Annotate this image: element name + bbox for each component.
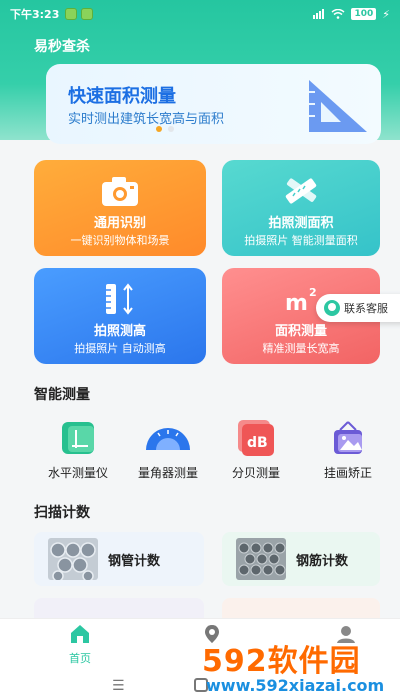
- scan-label: 钢筋计数: [296, 553, 349, 569]
- set-square-icon: [309, 80, 367, 132]
- watermark-url: www.592xiazai.com: [206, 676, 385, 695]
- card-title: 面积测量: [274, 324, 327, 339]
- scan-card-steel-pipe[interactable]: 钢管计数: [34, 532, 204, 586]
- tool-label: 水平测量仪: [47, 466, 108, 480]
- carousel-indicator[interactable]: [156, 126, 174, 132]
- tool-label: 挂画矫正: [323, 466, 372, 480]
- status-time: 下午3:23: [10, 8, 60, 21]
- card-photo-area[interactable]: 拍照测面积 拍摄照片 智能测量面积: [222, 160, 380, 256]
- banner-title: 快速面积测量: [68, 86, 176, 107]
- battery-icon: 100: [351, 8, 377, 20]
- card-photo-height[interactable]: 拍照测高 拍摄照片 自动测高: [34, 268, 206, 364]
- headset-icon: [324, 300, 340, 316]
- square-meter-icon: m2: [285, 286, 317, 316]
- section-title-scan-count: 扫描计数: [34, 505, 90, 521]
- tool-label: 量角器测量: [137, 466, 198, 480]
- level-icon: [62, 422, 94, 454]
- tab-label: 首页: [69, 652, 91, 665]
- charging-icon: ⚡: [382, 7, 390, 21]
- carousel-dot-active[interactable]: [156, 126, 162, 132]
- scan-label: 钢管计数: [108, 553, 161, 569]
- card-title: 通用识别: [93, 216, 146, 231]
- tool-protractor[interactable]: 量角器测量: [128, 418, 208, 481]
- protractor-icon: [146, 428, 190, 450]
- status-bar: 下午3:23 100 ⚡: [0, 0, 400, 28]
- tool-level[interactable]: 水平测量仪: [38, 418, 118, 481]
- card-subtitle: 一键识别物体和场景: [70, 234, 170, 247]
- app-title: 易秒查杀: [34, 39, 90, 55]
- steel-pipes-image: [48, 538, 98, 580]
- watermark-text: 592软件园: [202, 644, 361, 679]
- camera-icon: [102, 177, 138, 206]
- contact-support-button[interactable]: 联系客服: [316, 294, 400, 322]
- tool-label: 分贝测量: [231, 466, 280, 480]
- rebar-image: [236, 538, 286, 580]
- card-subtitle: 拍摄照片 自动测高: [74, 342, 166, 355]
- card-general-recognition[interactable]: 通用识别 一键识别物体和场景: [34, 160, 206, 256]
- card-title: 拍照测高: [93, 324, 146, 339]
- tool-decibel[interactable]: dB 分贝测量: [216, 418, 296, 481]
- card-subtitle: 精准测量长宽高: [262, 342, 340, 355]
- card-subtitle: 拍摄照片 智能测量面积: [244, 234, 358, 247]
- watermark: 592软件园 www.592xiazai.com: [196, 636, 400, 700]
- scan-card-rebar[interactable]: 钢筋计数: [222, 532, 380, 586]
- card-title: 拍照测面积: [268, 216, 334, 231]
- contact-label: 联系客服: [344, 302, 388, 315]
- svg-text:2: 2: [309, 286, 317, 299]
- svg-text:m: m: [285, 291, 308, 316]
- home-icon: [71, 625, 89, 643]
- wifi-icon: [331, 9, 345, 19]
- carousel-dot[interactable]: [168, 126, 174, 132]
- tool-picture-correction[interactable]: 挂画矫正: [308, 418, 388, 481]
- notification-icon: [81, 8, 94, 20]
- banner-carousel[interactable]: 快速面积测量 实时测出建筑长宽高与面积: [46, 64, 381, 144]
- signal-icon: [313, 9, 325, 19]
- height-ruler-icon: [106, 283, 133, 315]
- decibel-icon: dB: [238, 420, 274, 456]
- menu-icon[interactable]: ☰: [112, 678, 125, 694]
- picture-frame-icon: [334, 421, 362, 454]
- banner-subtitle: 实时测出建筑长宽高与面积: [68, 112, 225, 127]
- tab-home[interactable]: 首页: [40, 623, 120, 666]
- svg-text:dB: dB: [247, 435, 268, 451]
- section-title-smart-measure: 智能测量: [34, 387, 90, 403]
- notification-icon: [65, 8, 78, 20]
- ruler-pencil-icon: [285, 178, 317, 204]
